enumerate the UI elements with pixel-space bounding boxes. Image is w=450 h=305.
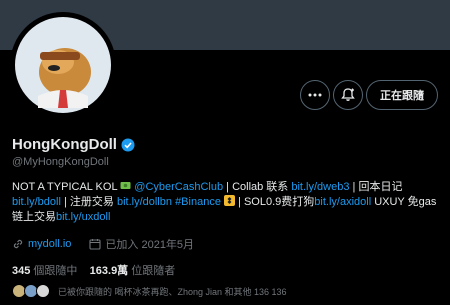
profile-name: HongKongDoll: [12, 136, 117, 153]
followed-by-text: 已被你跟隨的 喝杯冰茶再跑、Zhong Jian 和其他 136 136: [58, 286, 287, 297]
more-button[interactable]: [300, 80, 330, 110]
money-emoji-icon: [120, 182, 131, 189]
bio-link-cybercashclub[interactable]: @CyberCashClub: [134, 181, 223, 193]
bio-link-uxdoll[interactable]: bit.ly/uxdoll: [56, 211, 110, 223]
bio-text: | 回本日记: [349, 181, 403, 193]
profile-handle: @MyHongKongDoll: [12, 156, 109, 168]
avatar[interactable]: [10, 12, 116, 118]
following-count[interactable]: 345 個跟隨中: [12, 265, 77, 277]
verified-icon: [121, 138, 135, 151]
followed-by-row[interactable]: 已被你跟隨的 喝杯冰茶再跑、Zhong Jian 和其他 136 136: [12, 284, 287, 298]
bio-text: | Collab 联系: [223, 181, 292, 193]
link-icon: [13, 239, 23, 249]
bio-text: | SOL0.9费打狗: [235, 196, 315, 208]
mutual-avatar: [36, 284, 50, 298]
profile-bio: NOT A TYPICAL KOL @CyberCashClub | Colla…: [12, 180, 442, 225]
notification-add-icon: [341, 88, 355, 101]
notify-button[interactable]: [333, 80, 363, 110]
bio-link-bdoll[interactable]: bit.ly/bdoll: [12, 196, 61, 208]
followers-count[interactable]: 163.9萬 位跟隨者: [90, 265, 176, 277]
bio-text: | 注册交易: [60, 196, 117, 208]
calendar-icon: [89, 239, 101, 250]
bio-link-axidoll[interactable]: bit.ly/axidoll: [314, 196, 371, 208]
profile-meta: mydoll.io 已加入 2021年5月: [12, 236, 194, 252]
bio-text: NOT A TYPICAL KOL: [12, 181, 118, 193]
bio-link-dollbn[interactable]: bit.ly/dollbn: [117, 196, 172, 208]
joined-date: 已加入 2021年5月: [105, 239, 195, 251]
website-link[interactable]: mydoll.io: [28, 238, 71, 250]
bio-hashtag-binance[interactable]: #Binance: [175, 196, 221, 208]
profile-name-row: HongKongDoll: [12, 136, 135, 153]
following-button[interactable]: 正在跟隨: [366, 80, 438, 110]
bio-link-dweb3[interactable]: bit.ly/dweb3: [291, 181, 349, 193]
follow-counts: 345 個跟隨中 163.9萬 位跟隨者: [12, 262, 175, 278]
binance-icon: [224, 195, 235, 206]
more-icon: [308, 93, 322, 97]
